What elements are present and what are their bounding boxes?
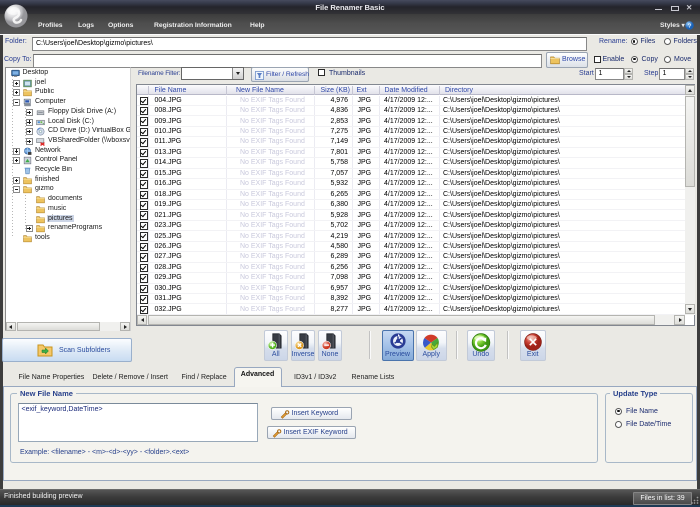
svg-text:?: ? bbox=[687, 22, 691, 29]
